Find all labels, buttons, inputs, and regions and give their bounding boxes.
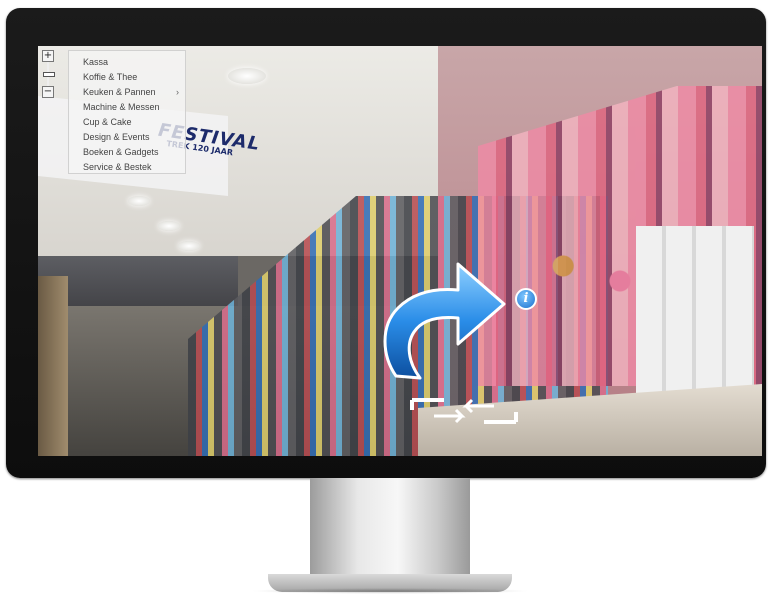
info-icon[interactable]: i <box>515 288 537 310</box>
stand-shadow <box>250 588 530 594</box>
zoom-in-button[interactable]: + <box>42 50 54 62</box>
zoom-control[interactable]: + − <box>42 50 55 98</box>
expand-arrows-icon[interactable] <box>404 396 524 426</box>
menu-item-label: Keuken & Pannen <box>83 87 156 97</box>
monitor-stand <box>310 478 470 578</box>
menu-item-machine-messen[interactable]: Machine & Messen <box>69 100 185 115</box>
zoom-slider-handle[interactable] <box>43 72 55 77</box>
curved-arrow-icon[interactable] <box>378 246 508 386</box>
ceiling-light <box>178 241 200 251</box>
chevron-right-icon: › <box>176 87 179 97</box>
menu-item-design-events[interactable]: Design & Events <box>69 130 185 145</box>
ceiling-light <box>228 68 266 84</box>
ceiling-light <box>128 196 150 206</box>
panorama-viewer[interactable]: FESTIVAL TREK 120 JAAR + − Kassa Koffie … <box>38 46 762 456</box>
menu-item-koffie-thee[interactable]: Koffie & Thee <box>69 70 185 85</box>
department-menu: Kassa Koffie & Thee Keuken & Pannen › Ma… <box>68 50 186 174</box>
menu-item-keuken-pannen[interactable]: Keuken & Pannen › <box>69 85 185 100</box>
monitor-frame: FESTIVAL TREK 120 JAAR + − Kassa Koffie … <box>6 8 766 478</box>
menu-item-cup-cake[interactable]: Cup & Cake <box>69 115 185 130</box>
menu-item-service-bestek[interactable]: Service & Bestek <box>69 160 185 175</box>
zoom-out-button[interactable]: − <box>42 86 54 98</box>
ceiling-light <box>158 221 180 231</box>
menu-item-boeken-gadgets[interactable]: Boeken & Gadgets <box>69 145 185 160</box>
left-shelf <box>38 276 68 456</box>
menu-item-kassa[interactable]: Kassa <box>69 55 185 70</box>
